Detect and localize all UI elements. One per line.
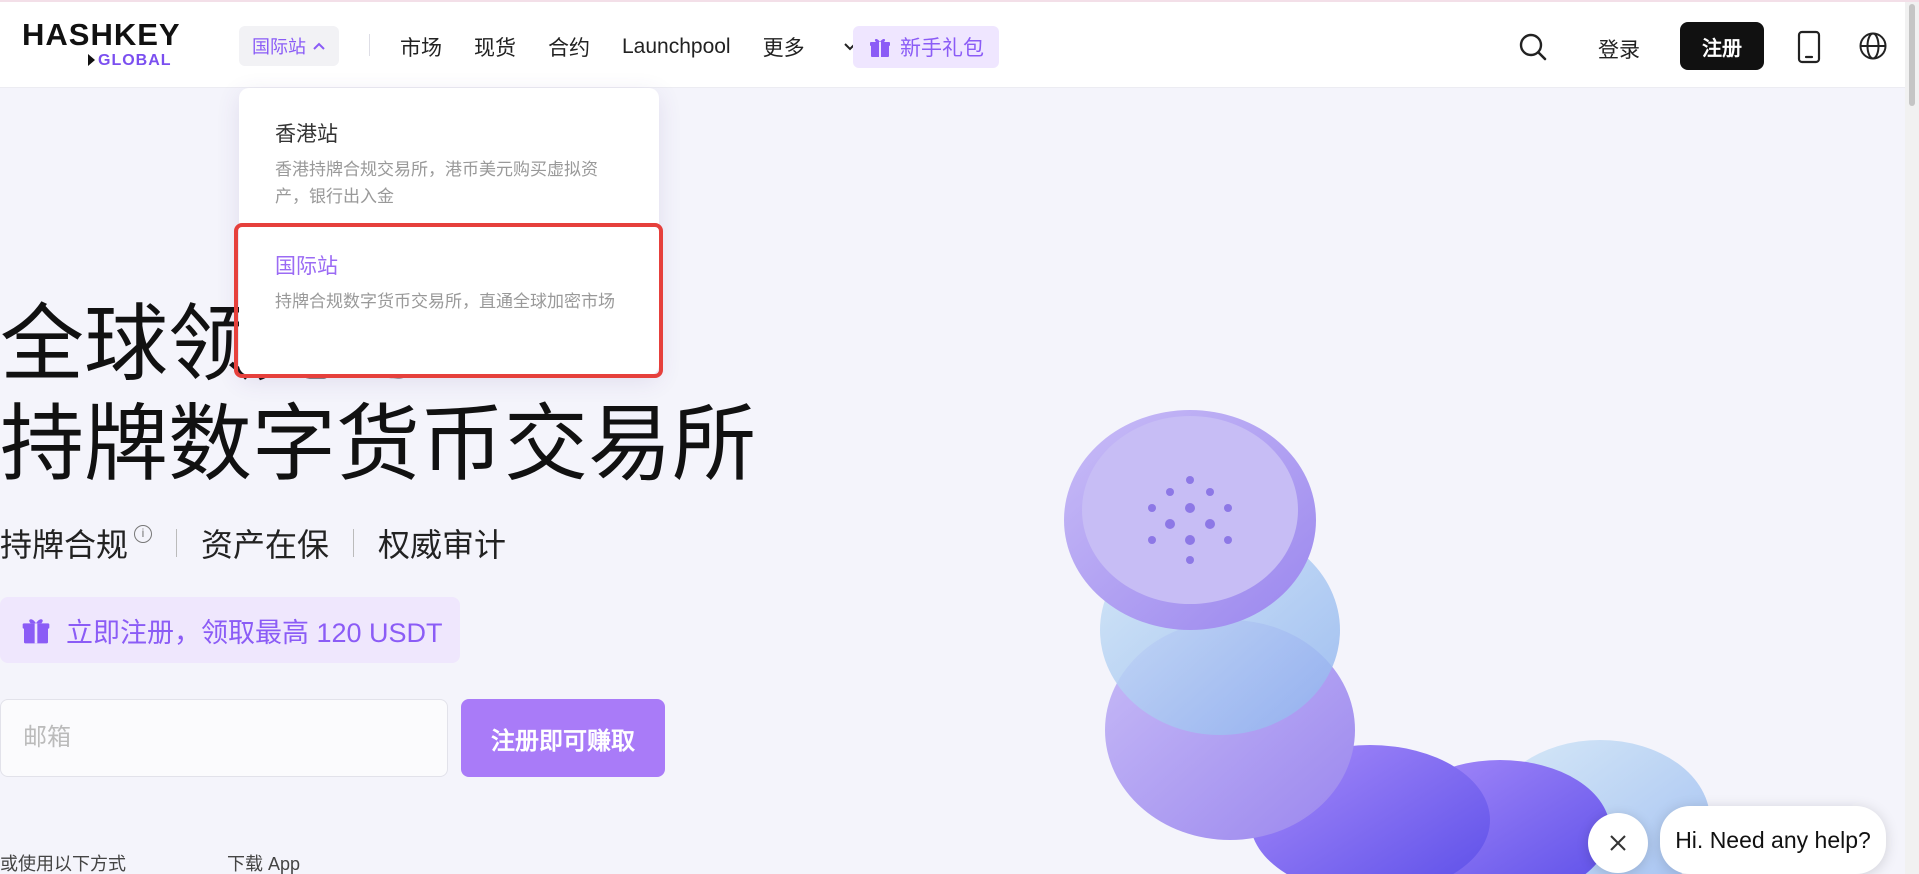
signup-promo-banner[interactable]: 立即注册，领取最高 120 USDT xyxy=(0,597,460,663)
feature-list: 持牌合规 i 资产在保 权威审计 xyxy=(0,520,506,566)
help-chat-bubble[interactable]: Hi. Need any help? xyxy=(1660,806,1886,874)
promo-text: 立即注册，领取最高 120 USDT xyxy=(66,617,443,648)
feature-assets-insured: 资产在保 xyxy=(201,527,330,563)
scrollbar-track[interactable] xyxy=(1905,2,1919,874)
nav-item-launchpool[interactable]: Launchpool xyxy=(622,32,731,62)
logo-wordmark: HASHKEY xyxy=(22,17,181,52)
site-switch-button[interactable]: 国际站 xyxy=(239,26,339,66)
close-icon xyxy=(1610,835,1626,851)
newbie-gift-label: 新手礼包 xyxy=(900,37,984,60)
main-nav: 市场 现货 合约 Launchpool 更多 xyxy=(400,32,889,62)
top-navbar: HASHKEY GLOBAL 国际站 市场 现货 合约 Launchpool 更… xyxy=(0,2,1905,88)
gift-icon xyxy=(22,619,50,644)
login-link[interactable]: 登录 xyxy=(1598,34,1640,64)
dropdown-item-desc: 香港持牌合规交易所，港币美元购买虚拟资产，银行出入金 xyxy=(275,160,598,206)
nav-item-futures[interactable]: 合约 xyxy=(548,32,590,62)
signup-button[interactable]: 注册 xyxy=(1680,22,1764,70)
search-icon[interactable] xyxy=(1518,32,1548,62)
alt-login-label: 或使用以下方式 xyxy=(0,854,126,874)
nav-more-label: 更多 xyxy=(762,37,805,60)
nav-item-spot[interactable]: 现货 xyxy=(474,32,516,62)
coin-stack-illustration xyxy=(1064,410,1710,874)
logo-subtitle: GLOBAL xyxy=(88,52,182,70)
nav-item-more[interactable]: 更多 xyxy=(763,32,857,62)
download-app-label: 下载 App xyxy=(227,854,301,874)
feature-licensed: 持牌合规 xyxy=(0,527,129,563)
register-earn-button[interactable]: 注册即可赚取 xyxy=(461,699,665,777)
hero-title-line2: 持牌数字货币交易所 xyxy=(0,397,757,491)
newbie-gift-button[interactable]: 新手礼包 xyxy=(853,26,999,68)
email-input[interactable] xyxy=(0,699,448,777)
feature-divider xyxy=(176,529,178,557)
info-icon[interactable]: i xyxy=(134,525,153,543)
globe-icon[interactable] xyxy=(1858,31,1888,61)
mobile-app-icon[interactable] xyxy=(1797,30,1821,64)
nav-divider xyxy=(369,34,370,56)
gift-icon xyxy=(870,38,890,57)
dropdown-item-hk[interactable]: 香港站 香港持牌合规交易所，港币美元购买虚拟资产，银行出入金 xyxy=(239,120,659,210)
nav-item-market[interactable]: 市场 xyxy=(400,32,442,62)
feature-divider xyxy=(353,529,355,557)
scrollbar-thumb[interactable] xyxy=(1909,4,1915,106)
site-switch-label: 国际站 xyxy=(252,37,306,57)
selection-highlight-box xyxy=(234,223,663,378)
dropdown-item-title: 香港站 xyxy=(275,123,338,146)
feature-audit: 权威审计 xyxy=(378,527,507,563)
chevron-up-icon xyxy=(313,42,325,50)
help-close-button[interactable] xyxy=(1588,813,1648,873)
hashkey-global-logo[interactable]: HASHKEY GLOBAL xyxy=(22,18,182,72)
